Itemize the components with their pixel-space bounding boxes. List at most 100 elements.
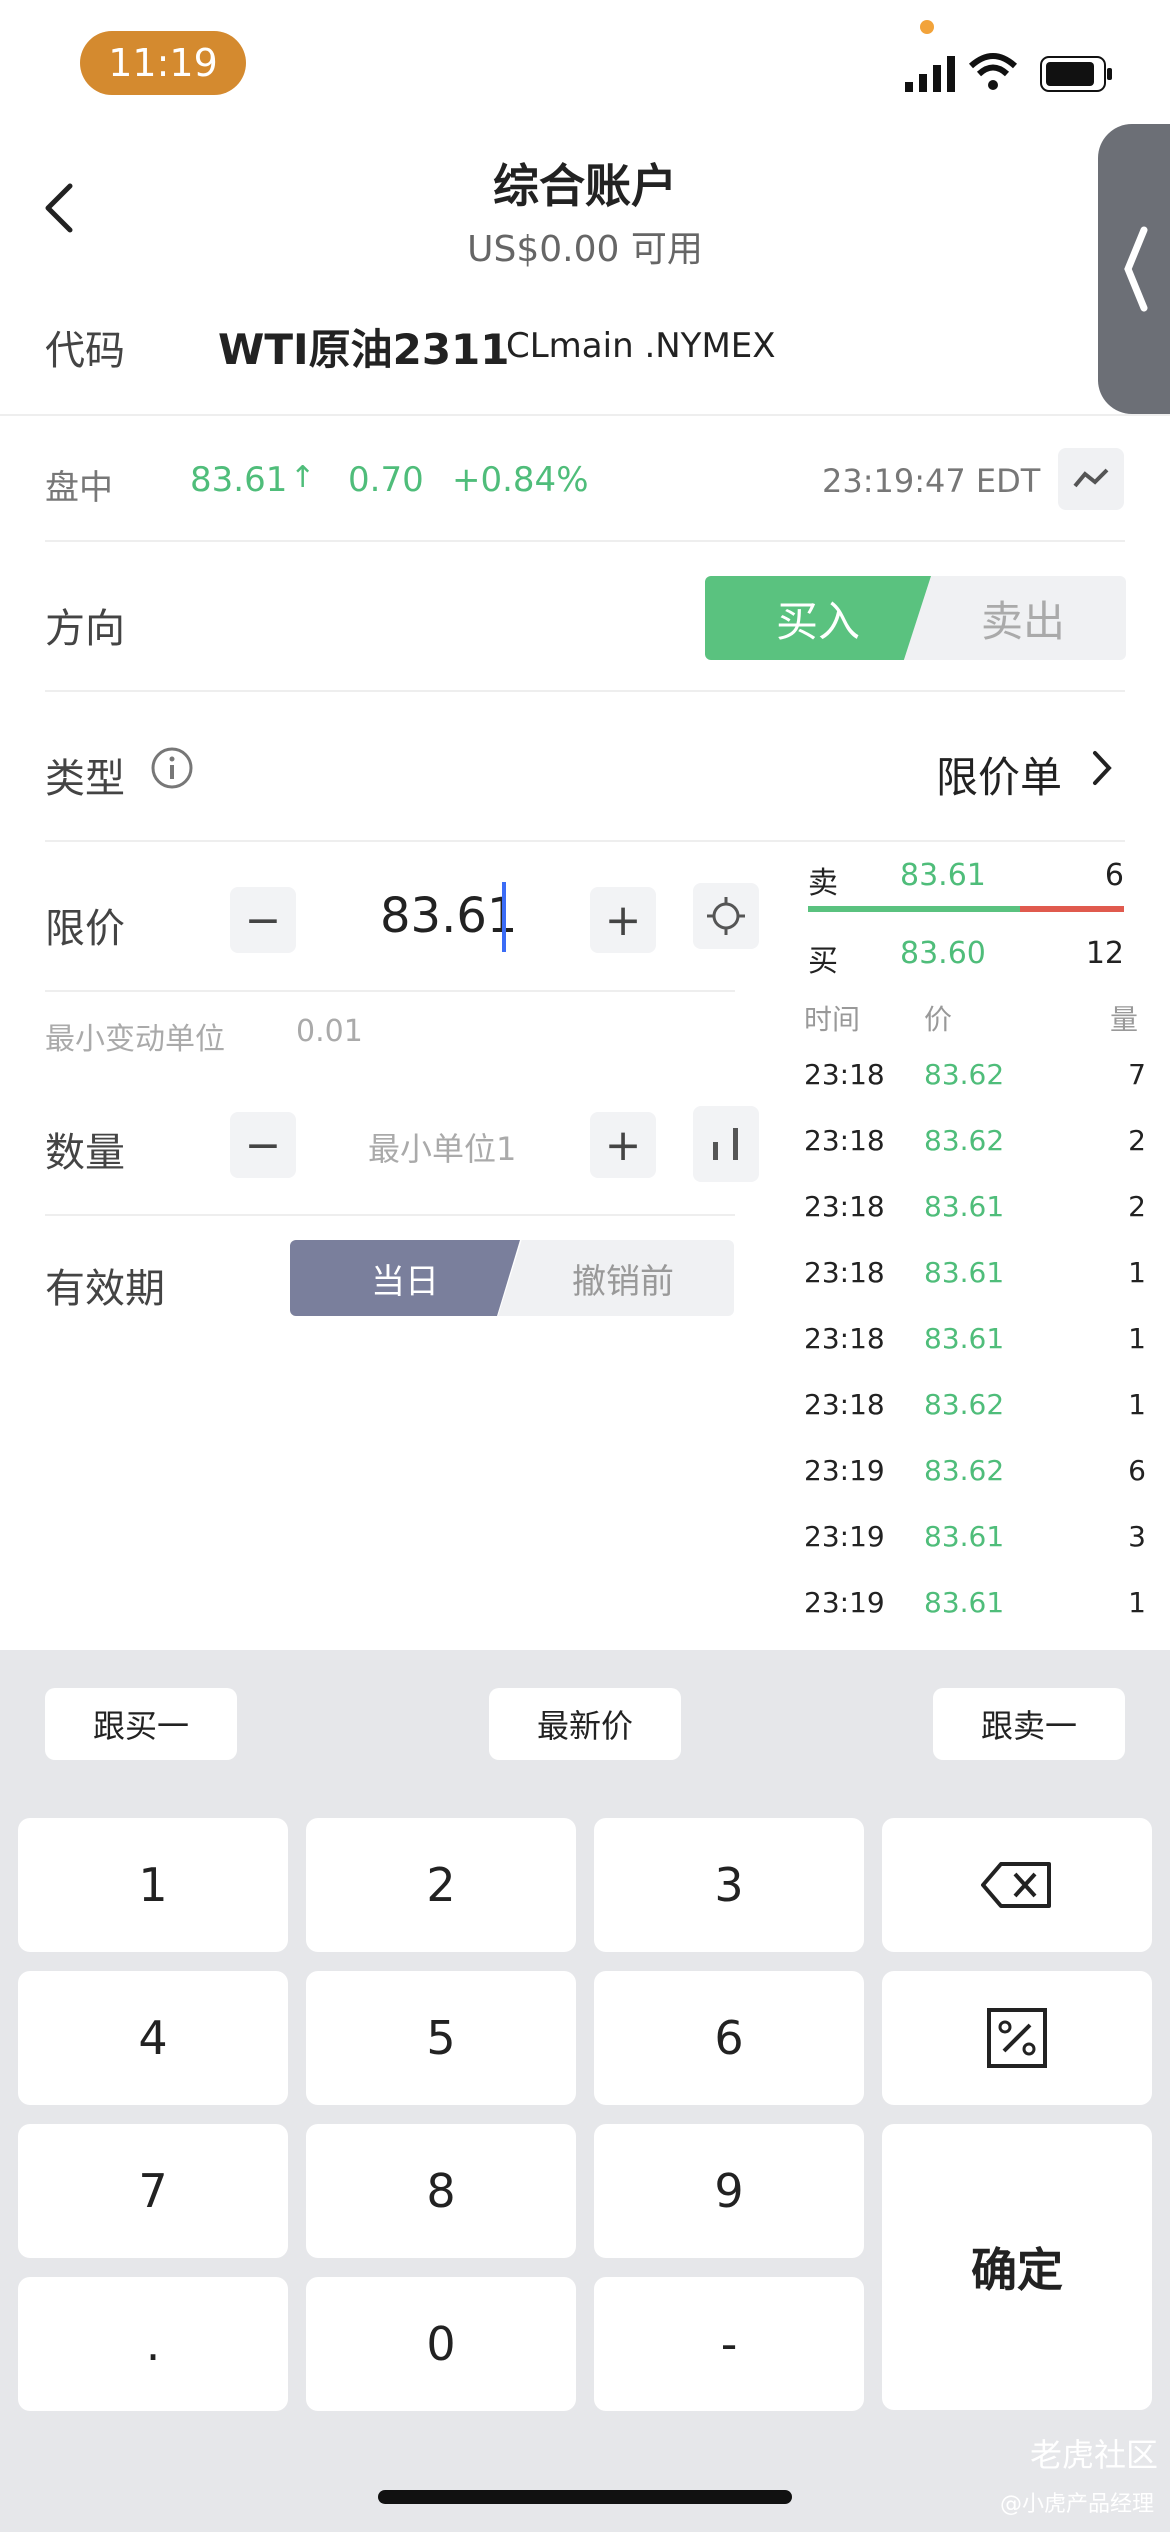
position-size-button[interactable] (693, 1106, 759, 1182)
validity-today-button[interactable]: 当日 (290, 1240, 520, 1316)
tick-price: 83.62 (924, 1388, 1005, 1421)
ticks-header-time: 时间 (804, 1003, 861, 1036)
privacy-indicator-dot (920, 20, 934, 34)
key-3[interactable]: 3 (594, 1818, 864, 1952)
tick-size: 1 (1128, 1322, 1146, 1355)
ticks-header-size: 量 (1110, 1003, 1139, 1036)
bars-icon (713, 1128, 738, 1160)
tick-row: 23:18 83.61 1 (804, 1256, 1146, 1322)
validity-label: 有效期 (45, 1266, 165, 1312)
tick-time: 23:19 (804, 1520, 885, 1553)
chart-toggle-button[interactable] (1058, 448, 1124, 510)
divider (45, 690, 1125, 692)
bid-price[interactable]: 83.60 (900, 936, 986, 971)
min-tick-label: 最小变动单位 (45, 1022, 225, 1057)
depth-bar-ask (808, 906, 1124, 912)
quantity-label: 数量 (45, 1130, 125, 1176)
limit-price-label: 限价 (45, 906, 125, 952)
tick-time: 23:18 (804, 1388, 885, 1421)
backspace-key[interactable] (882, 1818, 1152, 1952)
ticks-header-price: 价 (924, 1003, 953, 1036)
tick-time: 23:18 (804, 1190, 885, 1223)
key-8[interactable]: 8 (306, 2124, 576, 2258)
divider (45, 1214, 735, 1216)
quantity-input[interactable]: 最小单位1 (368, 1124, 516, 1170)
cellular-signal-icon (905, 56, 955, 92)
order-type-value[interactable]: 限价单 (936, 744, 1062, 805)
key-4[interactable]: 4 (18, 1971, 288, 2105)
price-change-pct: +0.84% (452, 460, 589, 500)
tick-time: 23:19 (804, 1586, 885, 1619)
ask-price[interactable]: 83.61 (900, 858, 986, 893)
tick-size: 2 (1128, 1190, 1146, 1223)
symbol-label: 代码 (45, 328, 125, 374)
key-9[interactable]: 9 (594, 2124, 864, 2258)
tick-time: 23:18 (804, 1256, 885, 1289)
validity-gtc-button[interactable]: 撤销前 (498, 1240, 734, 1316)
latest-price-button[interactable]: 最新价 (489, 1688, 681, 1760)
limit-price-input[interactable]: 83.61 (380, 888, 517, 944)
session-label: 盘中 (45, 468, 113, 508)
tick-size: 2 (1128, 1124, 1146, 1157)
locate-price-button[interactable] (693, 883, 759, 949)
chevron-left-icon (1124, 226, 1148, 312)
tick-row: 23:18 83.61 2 (804, 1190, 1146, 1256)
bid-side-label: 买 (808, 944, 838, 979)
home-indicator (378, 2490, 792, 2504)
tick-size: 6 (1128, 1454, 1146, 1487)
confirm-key[interactable]: 确定 (882, 2124, 1152, 2410)
limit-decrease-button[interactable]: − (230, 887, 296, 953)
quantity-decrease-button[interactable]: − (230, 1112, 296, 1178)
up-arrow-icon: ↑ (290, 460, 316, 495)
tick-size: 1 (1128, 1586, 1146, 1619)
tick-price: 83.61 (924, 1256, 1005, 1289)
key-6[interactable]: 6 (594, 1971, 864, 2105)
key-7[interactable]: 7 (18, 2124, 288, 2258)
follow-buy1-button[interactable]: 跟买一 (45, 1688, 237, 1760)
tick-size: 1 (1128, 1388, 1146, 1421)
key-0[interactable]: 0 (306, 2277, 576, 2411)
tick-price: 83.62 (924, 1058, 1005, 1091)
percent-icon (987, 2008, 1047, 2068)
key-minus[interactable]: - (594, 2277, 864, 2411)
follow-sell1-button[interactable]: 跟卖一 (933, 1688, 1125, 1760)
bid-size: 12 (1085, 936, 1124, 971)
ask-size: 6 (1104, 858, 1124, 893)
divider (0, 414, 1170, 416)
tick-price: 83.61 (924, 1190, 1005, 1223)
time-and-sales-list[interactable]: 23:18 83.62 7 23:18 83.62 2 23:18 83.61 2 23:18 83… (804, 1058, 1146, 1652)
key-1[interactable]: 1 (18, 1818, 288, 1952)
tick-time: 23:19 (804, 1454, 885, 1487)
ask-side-label: 卖 (808, 866, 838, 901)
trend-line-icon (1073, 468, 1109, 488)
sell-button[interactable]: 卖出 (900, 576, 1126, 660)
symbol-name[interactable]: WTI原油2311 (218, 316, 510, 377)
info-icon[interactable] (150, 746, 194, 790)
page-title: 综合账户 (493, 159, 677, 213)
chevron-right-icon[interactable] (1090, 748, 1114, 788)
tick-row: 23:18 83.62 2 (804, 1124, 1146, 1190)
tick-size: 3 (1128, 1520, 1146, 1553)
quote-time: 23:19:47 EDT (822, 462, 1041, 500)
depth-bar-bid (808, 906, 1020, 912)
tick-price: 83.62 (924, 1454, 1005, 1487)
percent-key[interactable] (882, 1971, 1152, 2105)
available-balance: US$0.00 可用 (467, 229, 703, 270)
tick-size: 1 (1128, 1256, 1146, 1289)
symbol-code: CLmain .NYMEX (506, 326, 776, 366)
direction-label: 方向 (45, 606, 125, 652)
tick-time: 23:18 (804, 1124, 885, 1157)
limit-increase-button[interactable]: + (590, 887, 656, 953)
key-5[interactable]: 5 (306, 1971, 576, 2105)
order-type-label: 类型 (45, 756, 125, 802)
side-drawer-tab[interactable] (1098, 124, 1170, 414)
key-2[interactable]: 2 (306, 1818, 576, 1952)
text-cursor (502, 882, 506, 952)
wifi-icon (968, 53, 1018, 90)
tick-row: 23:18 83.61 1 (804, 1322, 1146, 1388)
min-tick-value: 0.01 (296, 1014, 363, 1049)
quantity-increase-button[interactable]: + (590, 1112, 656, 1178)
backspace-icon (981, 1862, 1051, 1908)
key-dot[interactable]: . (18, 2277, 288, 2411)
buy-button[interactable]: 买入 (705, 576, 931, 660)
